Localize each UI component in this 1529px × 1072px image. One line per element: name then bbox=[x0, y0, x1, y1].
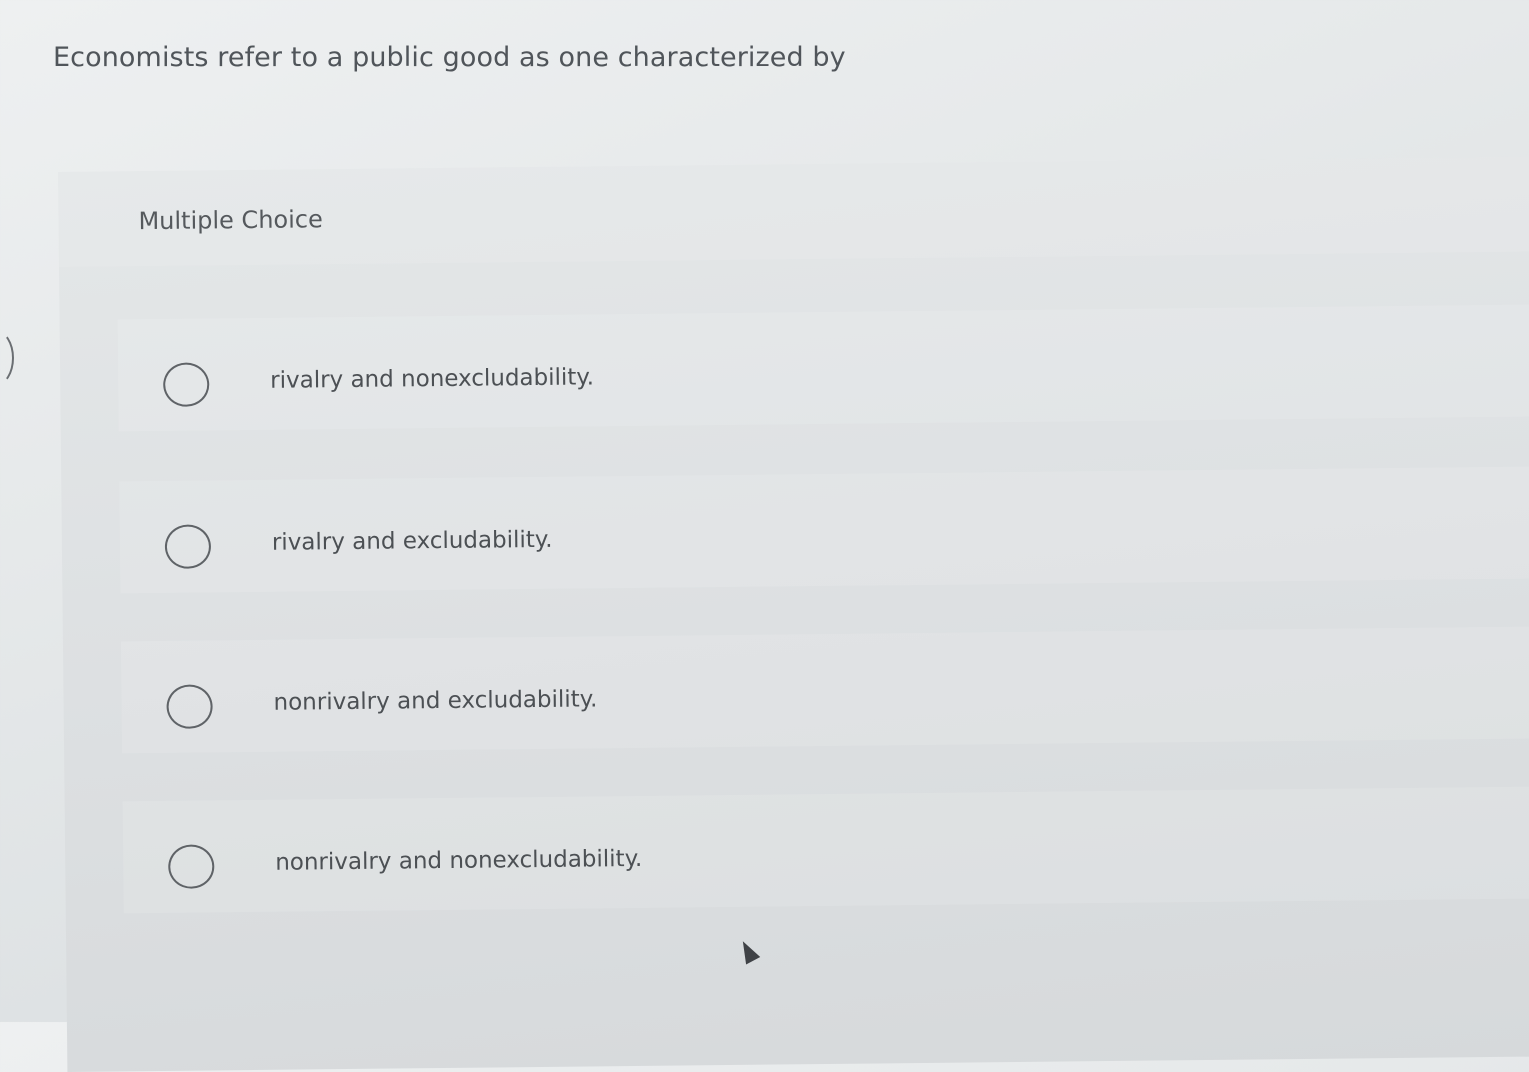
panel-header: Multiple Choice bbox=[58, 156, 1529, 267]
choice-option-3[interactable]: nonrivalry and excludability. bbox=[120, 626, 1529, 754]
choice-option-2[interactable]: rivalry and excludability. bbox=[119, 466, 1529, 594]
choice-option-1[interactable]: rivalry and nonexcludability. bbox=[117, 304, 1529, 432]
radio-button-empty-icon[interactable] bbox=[164, 524, 212, 569]
radio-button-empty-icon[interactable] bbox=[168, 844, 215, 889]
choice-option-4[interactable]: nonrivalry and nonexcludability. bbox=[122, 786, 1529, 914]
choice-option-label[interactable]: rivalry and nonexcludability. bbox=[270, 364, 594, 393]
question-text: Economists refer to a public good as one… bbox=[53, 42, 846, 73]
choice-option-label[interactable]: nonrivalry and excludability. bbox=[273, 686, 597, 715]
left-edge-bracket-icon bbox=[0, 330, 14, 386]
radio-button-empty-icon[interactable] bbox=[163, 362, 210, 407]
choice-option-label[interactable]: rivalry and excludability. bbox=[272, 527, 553, 556]
multiple-choice-label: Multiple Choice bbox=[138, 205, 323, 236]
radio-button-empty-icon[interactable] bbox=[166, 684, 213, 729]
multiple-choice-panel: Multiple Choice rivalry and nonexcludabi… bbox=[58, 156, 1529, 1072]
choice-option-label[interactable]: nonrivalry and nonexcludability. bbox=[275, 846, 642, 876]
